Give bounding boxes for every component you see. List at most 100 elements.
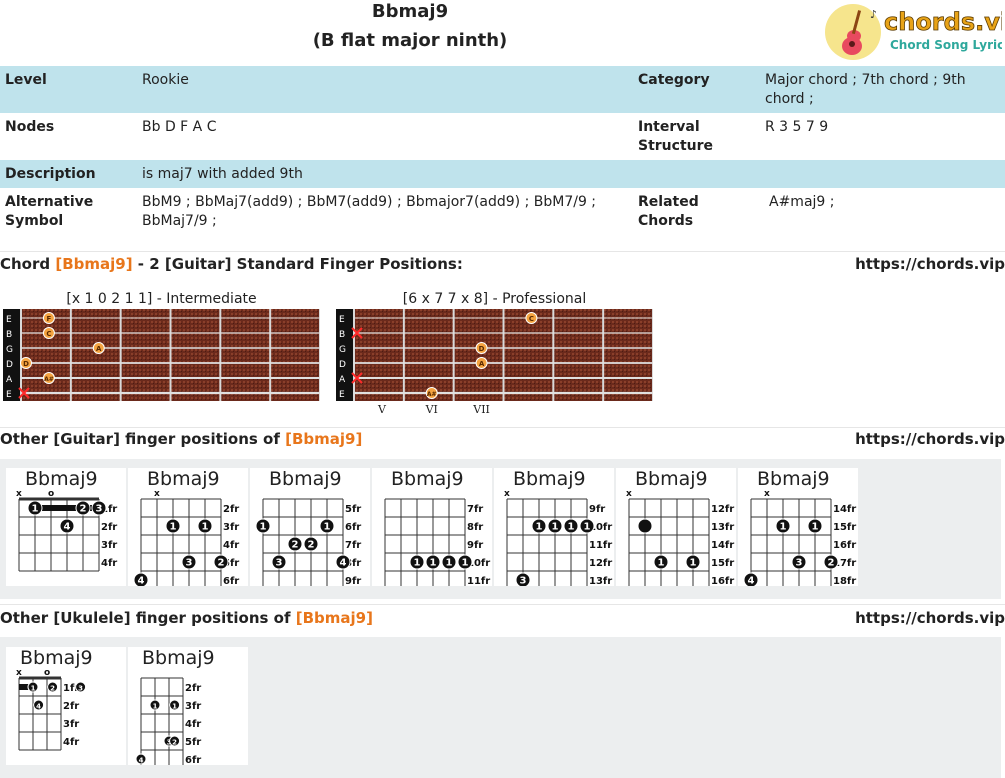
finger-number: 2 xyxy=(292,540,299,551)
nodes-label: Nodes xyxy=(5,119,55,135)
fret-number-label: 14fr xyxy=(833,504,856,515)
chords-vip-logo[interactable]: ♪ chords.vip Chord Song Lyric xyxy=(824,2,1002,64)
finger-dot: 3 xyxy=(181,554,197,570)
site-url-link[interactable]: https://chords.vip xyxy=(855,255,1005,273)
fret-position-marker: VI xyxy=(425,403,438,416)
fret-number-label: 9fr xyxy=(589,504,605,515)
finger-number: 1 xyxy=(584,522,591,533)
alt-symbol-value: BbM9 ; BbMaj7(add9) ; BbM7(add9) ; Bbmaj… xyxy=(142,194,597,229)
finger-number: 4 xyxy=(64,522,71,533)
finger-dot: C xyxy=(42,327,55,339)
finger-dot: 1 xyxy=(27,500,43,516)
finger-note: A xyxy=(479,360,485,368)
fret-number-label: 16fr xyxy=(833,540,856,551)
ukulele-chord-card[interactable]: Bbmaj9 1fr 2fr 3fr 4fr x o 1 2 3 4 xyxy=(6,647,126,765)
guitar-chord-card[interactable]: Bbmaj9 14fr 15fr 16fr 17fr 18fr x 1 1 3 2 4 xyxy=(738,468,858,586)
finger-number: 1 xyxy=(568,522,575,533)
finger-dot: 1 xyxy=(775,518,791,534)
string-label: E xyxy=(6,390,12,400)
finger-dot: D xyxy=(20,357,32,369)
finger-note: D xyxy=(479,345,485,353)
finger-dot: 1 xyxy=(579,518,595,534)
section-chord-link[interactable]: [Bbmaj9] xyxy=(55,255,132,273)
finger-dot: 3 xyxy=(91,500,107,516)
finger-dot: 2 xyxy=(287,536,303,552)
guitar-chord-card[interactable]: Bbmaj9 2fr 3fr 4fr 5fr 6fr x 1 1 3 2 4 xyxy=(128,468,248,586)
finger-dot: 1 xyxy=(441,554,457,570)
finger-number: 4 xyxy=(139,757,144,765)
fretboard-professional: EBGDAECDAA#V VI VII xyxy=(336,309,653,416)
section-chord-link[interactable]: [Bbmaj9] xyxy=(296,609,373,627)
finger-dot: 1 xyxy=(169,699,181,711)
fret-wire xyxy=(552,309,555,401)
divider xyxy=(0,604,1005,605)
finger-number: 4 xyxy=(138,576,145,587)
finger-dot: 1 xyxy=(531,518,547,534)
fret-number-label: 4fr xyxy=(63,737,79,748)
fret-wire xyxy=(119,309,122,401)
guitar-chord-card[interactable]: Bbmaj9 9fr 10fr 11fr 12fr 13fr x 1 1 1 1 3 xyxy=(494,468,614,586)
finger-dot: 1 xyxy=(653,554,669,570)
finger-dot: 4 xyxy=(335,554,351,570)
fret-number-label: 2fr xyxy=(63,701,79,712)
muted-marker: x xyxy=(626,489,632,499)
description-value: is maj7 with added 9th xyxy=(137,160,1005,188)
fret-number-label: 14fr xyxy=(711,540,734,551)
finger-dot: 1 xyxy=(149,699,161,711)
svg-text:♪: ♪ xyxy=(870,8,877,21)
section-prefix: Chord xyxy=(0,255,56,273)
finger-number: 1 xyxy=(552,522,559,533)
related-label: Related Chords xyxy=(638,194,699,229)
section-prefix: Other [Guitar] finger positions of xyxy=(0,430,286,448)
fret-position-marker: V xyxy=(377,403,387,416)
fret-number-label: 11fr xyxy=(467,576,490,586)
fret-number-label: 9fr xyxy=(345,576,361,586)
finger-number: 1 xyxy=(170,522,177,533)
site-url-link[interactable]: https://chords.vip xyxy=(855,609,1005,627)
finger-dot: 3 xyxy=(75,681,87,693)
finger-number: 2 xyxy=(308,540,315,551)
category-value: Major chord ; 7th chord ; 9th chord ; xyxy=(760,66,1005,113)
finger-number: 1 xyxy=(690,558,697,569)
finger-number: 1 xyxy=(153,703,158,711)
fret-wire xyxy=(353,309,355,401)
finger-dot: 2 xyxy=(47,681,59,693)
finger-number: 4 xyxy=(340,558,347,569)
fret-number-label: 12fr xyxy=(711,504,734,515)
string-label: D xyxy=(339,360,346,370)
finger-dot: 1 xyxy=(319,518,335,534)
finger-number: 3 xyxy=(796,558,803,569)
guitar-chord-card[interactable]: Bbmaj9 1fr 2fr 3fr 4fr x o 1 2 3 4 xyxy=(6,468,126,586)
fret-wire xyxy=(69,309,72,401)
finger-note: C xyxy=(46,330,51,338)
fret-wire xyxy=(219,309,222,401)
section-chord-link[interactable]: [Bbmaj9] xyxy=(285,430,362,448)
finger-dot: A# xyxy=(42,372,55,384)
guitar-chord-card[interactable]: Bbmaj9 7fr 8fr 9fr 10fr 11fr 1 1 1 1 xyxy=(372,468,492,586)
fret-number-label: 15fr xyxy=(833,522,856,533)
finger-dot: 1 xyxy=(27,681,39,693)
alt-symbol-label: Alternative Symbol xyxy=(5,194,94,229)
ukulele-chord-card[interactable]: Bbmaj9 2fr 3fr 4fr 5fr 6fr 1 1 3 2 4 xyxy=(128,647,248,765)
finger-number: 1 xyxy=(260,522,267,533)
fretboard-caption-2: [6 x 7 7 x 8] - Professional xyxy=(402,291,587,307)
finger-number: 2 xyxy=(218,558,225,569)
finger-dot: 1 xyxy=(409,554,425,570)
finger-dot xyxy=(637,518,653,534)
finger-dot: 1 xyxy=(807,518,823,534)
guitar-chord-card[interactable]: Bbmaj912fr13fr14fr15fr16frx1134 xyxy=(616,468,736,586)
fret-number-label: 2fr xyxy=(185,683,201,694)
guitar-chord-card[interactable]: Bbmaj9 5fr 6fr 7fr 8fr 9fr 1 1 2 2 3 4 xyxy=(250,468,370,586)
finger-note: F xyxy=(47,315,52,323)
fret-number-label: 6fr xyxy=(345,522,361,533)
fret-number-label: 4fr xyxy=(185,719,201,730)
fret-number-label: 3fr xyxy=(101,540,117,551)
fret-number-label: 13fr xyxy=(589,576,612,586)
finger-dot: 3 xyxy=(271,554,287,570)
logo-tagline-text: Chord Song Lyric xyxy=(890,38,1002,52)
chord-grid: 14fr15fr16fr17fr18frx1 13 24 xyxy=(743,489,856,586)
site-url-link[interactable]: https://chords.vip xyxy=(855,430,1005,448)
string-label: A xyxy=(6,375,13,385)
nodes-value: Bb D F A C xyxy=(142,119,217,135)
string-label: B xyxy=(339,330,345,340)
